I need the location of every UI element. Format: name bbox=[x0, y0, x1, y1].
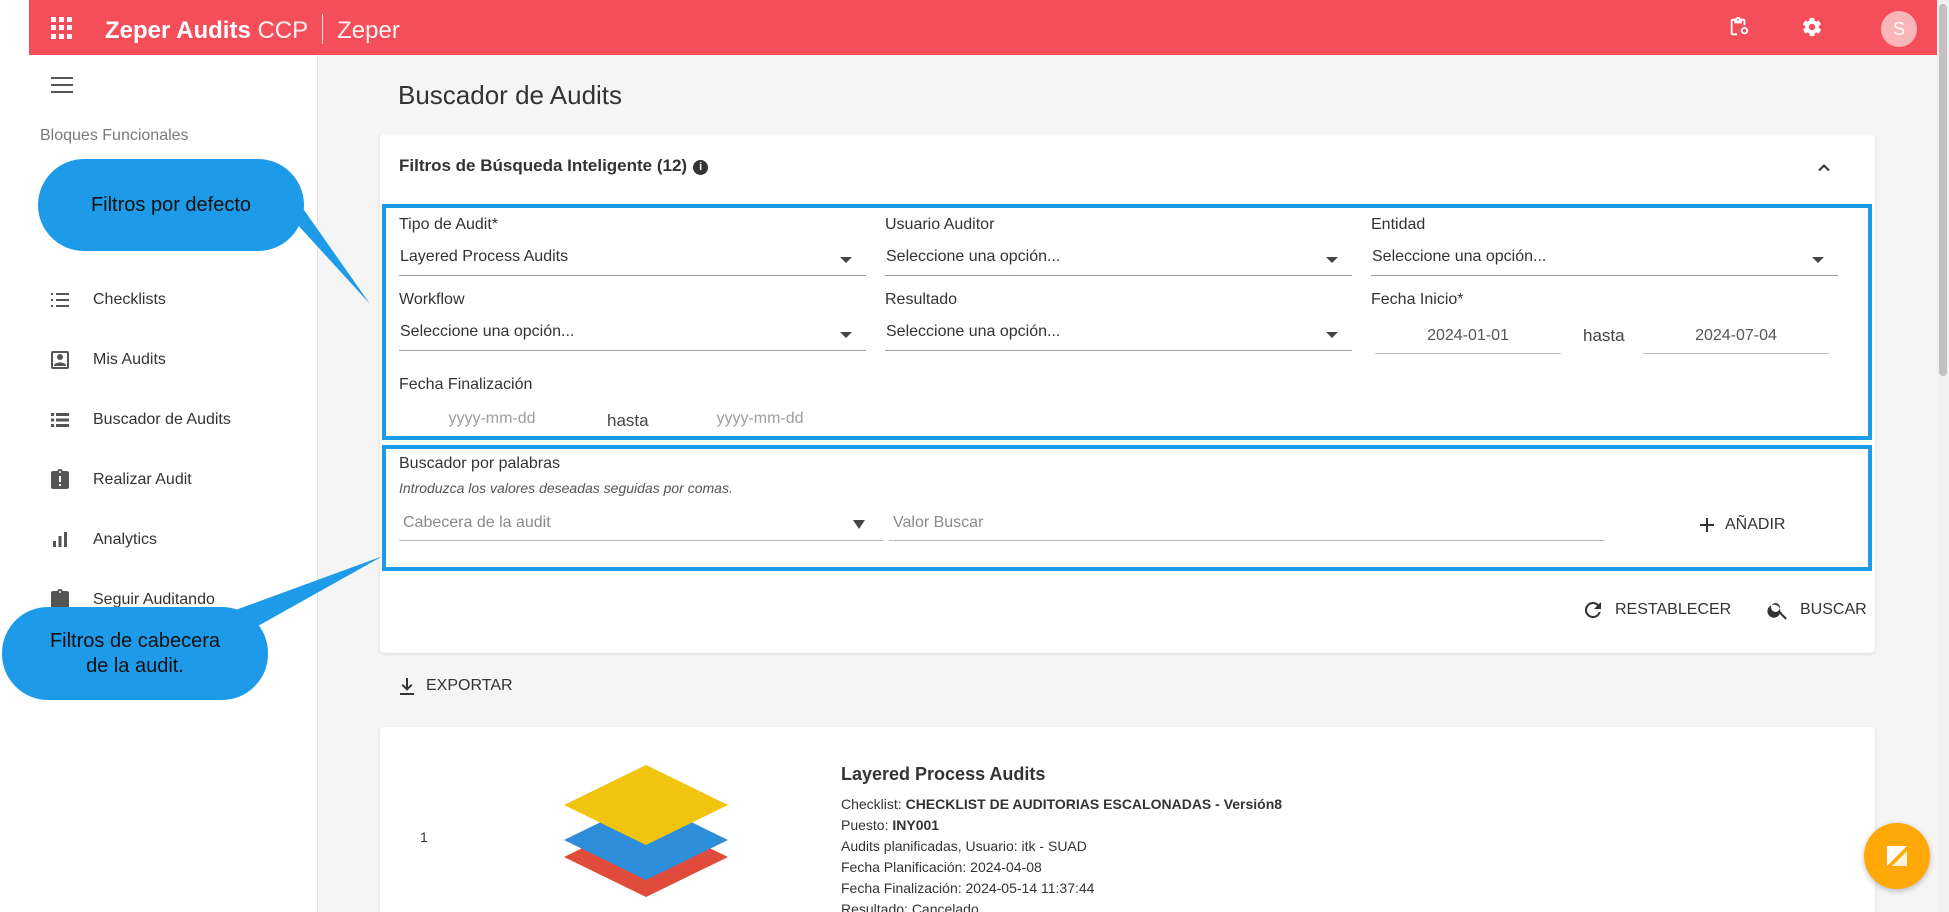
callout-header-filters: Filtros de cabecera de la audit. bbox=[2, 607, 268, 700]
fecha-fin-label: Fecha Finalización bbox=[399, 376, 533, 393]
reset-button[interactable]: RESTABLECER bbox=[1581, 598, 1731, 622]
refresh-icon bbox=[1584, 602, 1601, 618]
search-button[interactable]: BUSCAR bbox=[1766, 598, 1867, 622]
avatar[interactable]: S bbox=[1881, 11, 1917, 47]
plus-icon bbox=[1700, 518, 1714, 532]
result-fecha-plan: Fecha Planificación: 2024-04-08 bbox=[841, 859, 1042, 875]
result-fecha-fin: Fecha Finalización: 2024-05-14 11:37:44 bbox=[841, 880, 1095, 896]
sidebar-item-label: Buscador de Audits bbox=[93, 411, 231, 428]
chevron-down-icon bbox=[840, 332, 852, 338]
download-icon bbox=[400, 678, 414, 695]
clipboard-settings-icon[interactable] bbox=[1728, 16, 1750, 38]
fecha-fin-from[interactable]: yyyy-mm-dd bbox=[399, 401, 585, 437]
sidebar-item-realizar-audit[interactable]: Realizar Audit bbox=[47, 460, 307, 500]
filters-card: Filtros de Búsqueda Inteligente (12) i Ti… bbox=[380, 134, 1875, 653]
workflow-label: Workflow bbox=[399, 291, 465, 308]
hasta-label: hasta bbox=[607, 411, 649, 430]
zendesk-icon bbox=[1887, 846, 1907, 866]
result-index: 1 bbox=[420, 829, 428, 845]
callout-default-filters: Filtros por defecto bbox=[38, 159, 304, 251]
filters-title: Filtros de Búsqueda Inteligente (12) i bbox=[399, 156, 709, 176]
account-box-icon bbox=[47, 347, 73, 373]
info-icon[interactable]: i bbox=[693, 160, 709, 175]
brand[interactable]: Zeper Audits CCP Zeper bbox=[105, 14, 400, 45]
resultado-select[interactable]: Seleccione una opción... bbox=[885, 317, 1352, 351]
menu-icon[interactable] bbox=[51, 77, 73, 93]
search-icon bbox=[1767, 603, 1787, 620]
brand-suffix: CCP bbox=[257, 17, 309, 44]
fecha-inicio-from[interactable]: 2024-01-01 bbox=[1375, 318, 1561, 354]
result-planned: Audits planificadas, Usuario: itk - SUAD bbox=[841, 838, 1087, 854]
header-filters-box: Buscador por palabras Introduzca los val… bbox=[382, 445, 1872, 571]
company-name: Zeper bbox=[337, 17, 400, 44]
usuario-auditor-select[interactable]: Seleccione una opción... bbox=[885, 242, 1352, 276]
default-filters-box: Tipo de Audit* Layered Process Audits Us… bbox=[382, 204, 1872, 440]
chevron-down-icon bbox=[840, 257, 852, 263]
fecha-fin-to[interactable]: yyyy-mm-dd bbox=[667, 401, 853, 437]
callout-tail-header bbox=[230, 556, 383, 626]
export-button[interactable]: EXPORTAR bbox=[398, 676, 513, 696]
chevron-down-icon bbox=[1326, 257, 1338, 263]
chevron-up-icon[interactable] bbox=[1814, 158, 1834, 178]
entidad-select[interactable]: Seleccione una opción... bbox=[1371, 242, 1838, 276]
scrollbar[interactable] bbox=[1937, 0, 1949, 912]
add-button[interactable]: AÑADIR bbox=[1699, 516, 1785, 534]
brand-name: Zeper Audits bbox=[105, 17, 251, 44]
sidebar-item-checklists[interactable]: Checklists bbox=[47, 280, 307, 320]
keywords-hint: Introduzca los valores deseadas seguidas… bbox=[399, 480, 733, 496]
tipo-audit-select[interactable]: Layered Process Audits bbox=[399, 242, 866, 276]
top-bar: Zeper Audits CCP Zeper S bbox=[29, 0, 1937, 55]
hasta-label: hasta bbox=[1583, 326, 1625, 345]
chevron-down-icon bbox=[1812, 257, 1824, 263]
resultado-label: Resultado bbox=[885, 291, 958, 308]
view-list-icon bbox=[47, 407, 73, 433]
sidebar-item-label: Mis Audits bbox=[93, 351, 166, 368]
layers-logo-icon bbox=[564, 765, 728, 897]
fecha-inicio-to[interactable]: 2024-07-04 bbox=[1643, 318, 1829, 354]
keywords-title: Buscador por palabras bbox=[399, 455, 560, 472]
chevron-down-icon bbox=[1326, 332, 1338, 338]
sidebar-item-buscador[interactable]: Buscador de Audits bbox=[47, 400, 307, 440]
sidebar-item-label: Realizar Audit bbox=[93, 471, 192, 488]
valor-buscar-input[interactable]: Valor Buscar bbox=[889, 505, 1605, 541]
list-icon bbox=[47, 287, 73, 313]
bar-chart-icon bbox=[47, 527, 73, 553]
gear-icon[interactable] bbox=[1801, 16, 1823, 38]
result-title: Layered Process Audits bbox=[841, 764, 1046, 784]
result-checklist: Checklist: CHECKLIST DE AUDITORIAS ESCAL… bbox=[841, 796, 1283, 812]
sidebar-item-label: Analytics bbox=[93, 531, 158, 548]
result-card[interactable]: 1 Layered Process Audits Checklist: CHEC… bbox=[380, 727, 1875, 912]
chat-fab[interactable] bbox=[1864, 823, 1930, 889]
usuario-auditor-label: Usuario Auditor bbox=[885, 216, 995, 233]
cabecera-select[interactable]: Cabecera de la audit bbox=[399, 505, 883, 541]
apps-grid-icon[interactable] bbox=[51, 17, 73, 39]
result-resultado: Resultado: Cancelado bbox=[841, 901, 979, 912]
sidebar-item-mis-audits[interactable]: Mis Audits bbox=[47, 340, 307, 380]
sidebar-item-label: Checklists bbox=[93, 291, 166, 308]
sidebar-section-title: Bloques Funcionales bbox=[40, 127, 189, 144]
tipo-audit-label: Tipo de Audit* bbox=[399, 216, 499, 233]
entidad-label: Entidad bbox=[1371, 216, 1426, 233]
workflow-select[interactable]: Seleccione una opción... bbox=[399, 317, 866, 351]
result-puesto: Puesto: INY001 bbox=[841, 817, 940, 833]
page-title: Buscador de Audits bbox=[398, 80, 623, 110]
clipboard-alert-icon bbox=[47, 467, 73, 493]
triangle-down-icon bbox=[853, 520, 865, 529]
app: Zeper Audits CCP Zeper S Bloques Funciona… bbox=[29, 0, 1937, 912]
fecha-inicio-label: Fecha Inicio* bbox=[1371, 291, 1464, 308]
